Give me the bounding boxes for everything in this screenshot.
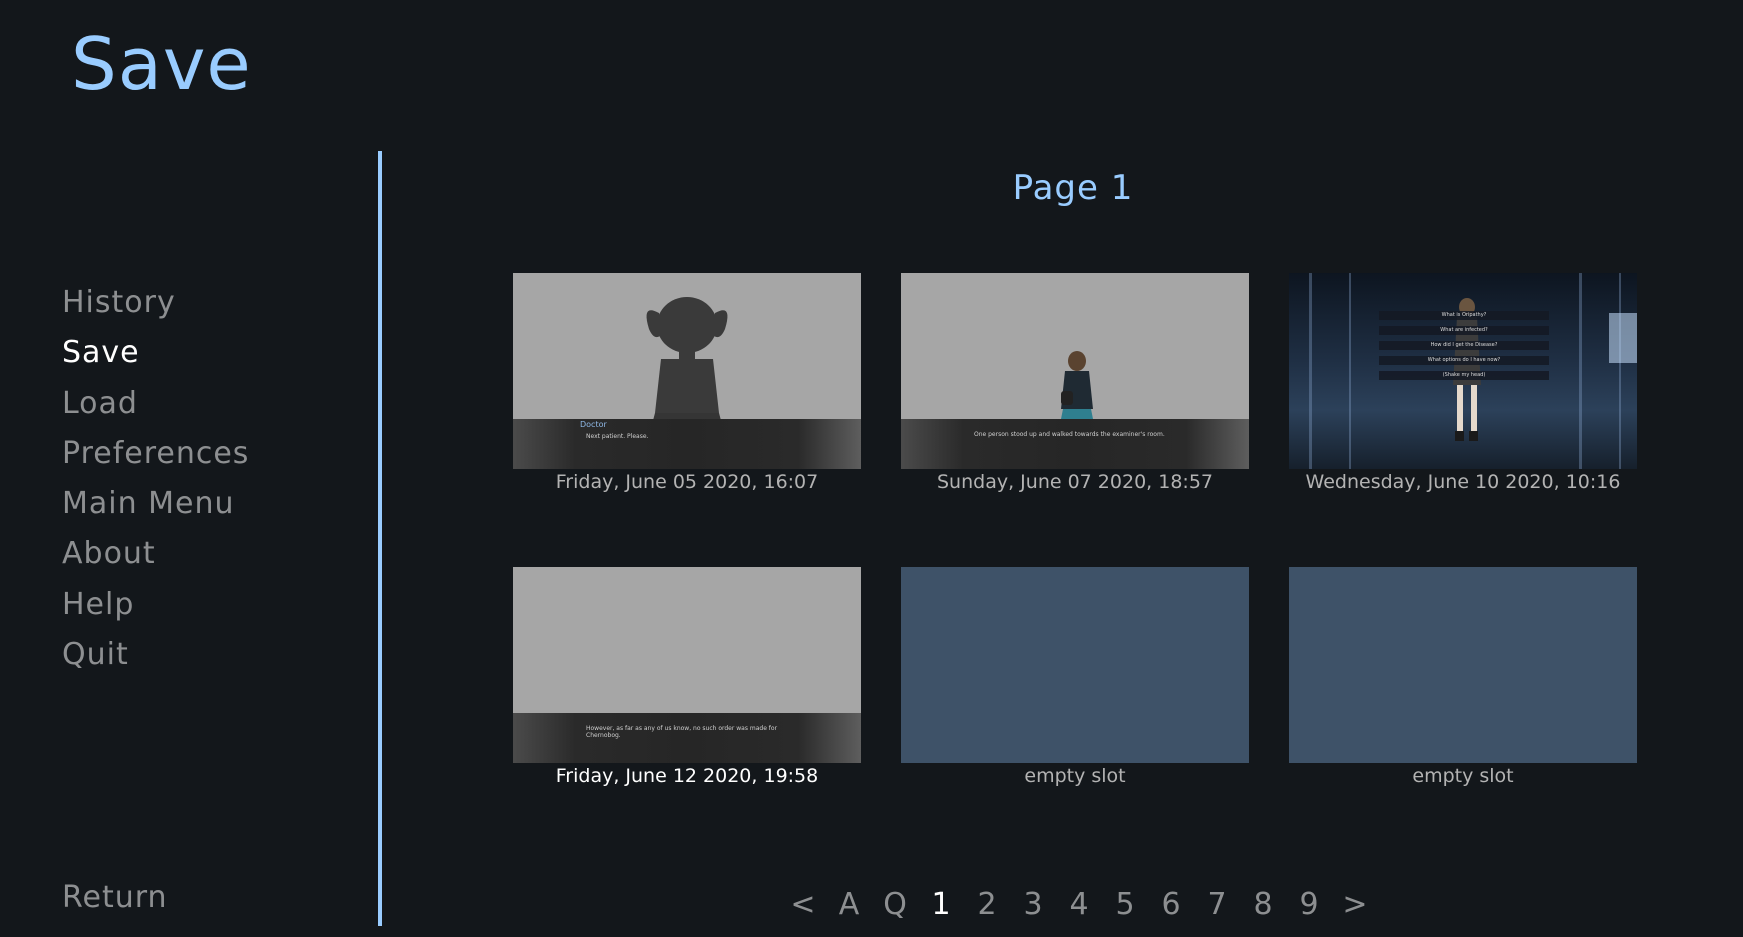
save-slot-5[interactable]: empty slot [901, 567, 1249, 788]
slot-thumbnail: However, as far as any of us know, no su… [513, 567, 861, 763]
page-4-button[interactable]: 4 [1056, 887, 1102, 922]
page-9-button[interactable]: 9 [1286, 887, 1332, 922]
nav-main-menu-button[interactable]: Main Menu [62, 479, 249, 529]
save-slot-4[interactable]: However, as far as any of us know, no su… [513, 567, 861, 788]
page-title: Page 1 [1012, 168, 1134, 208]
save-slot-3[interactable]: What is Oripathy? What are infected? How… [1289, 273, 1637, 494]
page-navigation: < A Q 1 2 3 4 5 6 7 8 9 > [780, 884, 1378, 924]
choice-item: What is Oripathy? [1379, 311, 1549, 320]
page-7-button[interactable]: 7 [1194, 887, 1240, 922]
slot-timestamp: Friday, June 12 2020, 19:58 [555, 765, 819, 787]
dialogue-box: However, as far as any of us know, no su… [513, 713, 861, 763]
slot-thumbnail: Doctor Next patient. Please. [513, 273, 861, 469]
navigation-menu: History Save Load Preferences Main Menu … [62, 278, 249, 680]
nav-save-button[interactable]: Save [62, 328, 249, 378]
dialogue-box: One person stood up and walked towards t… [901, 419, 1249, 469]
dialogue-text: One person stood up and walked towards t… [974, 431, 1165, 438]
choice-item: How did I get the Disease? [1379, 341, 1549, 350]
page-5-button[interactable]: 5 [1102, 887, 1148, 922]
screen-title: Save [71, 22, 252, 106]
save-slot-1[interactable]: Doctor Next patient. Please. Friday, Jun… [513, 273, 861, 494]
slot-thumbnail: What is Oripathy? What are infected? How… [1289, 273, 1637, 469]
page-8-button[interactable]: 8 [1240, 887, 1286, 922]
nav-preferences-button[interactable]: Preferences [62, 429, 249, 479]
nav-help-button[interactable]: Help [62, 580, 249, 630]
slot-timestamp: Friday, June 05 2020, 16:07 [555, 471, 819, 493]
nav-quit-button[interactable]: Quit [62, 630, 249, 680]
slot-empty-label: empty slot [1412, 765, 1514, 787]
slot-thumbnail: One person stood up and walked towards t… [901, 273, 1249, 469]
nav-history-button[interactable]: History [62, 278, 249, 328]
dialogue-text: Next patient. Please. [586, 433, 649, 440]
menu-divider [378, 151, 382, 926]
choice-item: What options do I have now? [1379, 356, 1549, 365]
nav-about-button[interactable]: About [62, 529, 249, 579]
return-button[interactable]: Return [62, 880, 168, 915]
save-slot-2[interactable]: One person stood up and walked towards t… [901, 273, 1249, 494]
slot-timestamp: Sunday, June 07 2020, 18:57 [937, 471, 1213, 493]
save-slot-6[interactable]: empty slot [1289, 567, 1637, 788]
auto-saves-page-button[interactable]: A [826, 887, 872, 922]
next-page-button[interactable]: > [1332, 887, 1378, 922]
page-6-button[interactable]: 6 [1148, 887, 1194, 922]
quick-saves-page-button[interactable]: Q [872, 887, 918, 922]
slot-thumbnail [901, 567, 1249, 763]
page-1-button[interactable]: 1 [918, 887, 964, 922]
slot-thumbnail [1289, 567, 1637, 763]
page-2-button[interactable]: 2 [964, 887, 1010, 922]
choice-item: What are infected? [1379, 326, 1549, 335]
slot-empty-label: empty slot [1024, 765, 1126, 787]
choice-item: (Shake my head) [1379, 371, 1549, 380]
slot-timestamp: Wednesday, June 10 2020, 10:16 [1305, 471, 1621, 493]
page-3-button[interactable]: 3 [1010, 887, 1056, 922]
dialogue-speaker: Doctor [580, 420, 607, 429]
nav-load-button[interactable]: Load [62, 379, 249, 429]
previous-page-button[interactable]: < [780, 887, 826, 922]
dialogue-text: However, as far as any of us know, no su… [586, 725, 778, 739]
dialogue-box: Doctor Next patient. Please. [513, 419, 861, 469]
